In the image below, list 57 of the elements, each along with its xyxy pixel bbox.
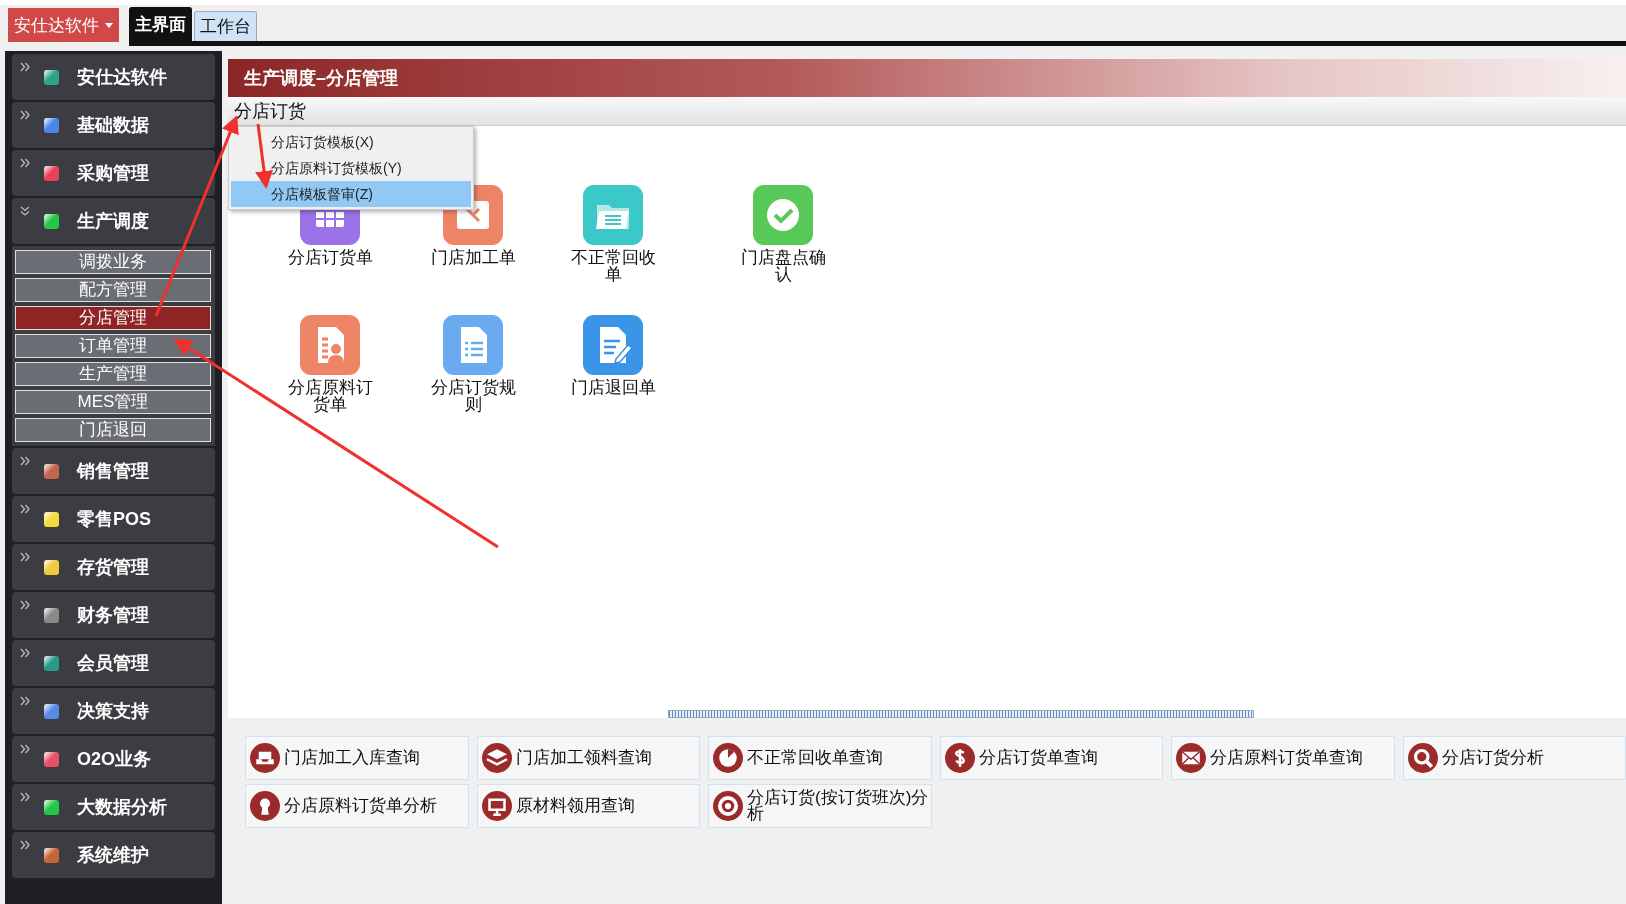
sidebar-label: 系统维护 (77, 844, 149, 867)
quick-link[interactable]: 分店原料订货单分析 (245, 784, 469, 828)
brand-menu-button[interactable]: 安仕达软件 (8, 8, 119, 42)
submenu-item[interactable]: 门店退回 (15, 418, 211, 442)
function-label[interactable]: 门店退回单 (567, 379, 659, 396)
function-label[interactable]: 分店订货规则 (427, 379, 519, 413)
sidebar-label: 基础数据 (77, 114, 149, 137)
sidebar-item[interactable]: O2O业务 (12, 736, 215, 782)
menu-item[interactable]: 分店模板督审(Z) (231, 181, 471, 207)
sidebar-item[interactable]: 会员管理 (12, 640, 215, 686)
sidebar-item[interactable]: 财务管理 (12, 592, 215, 638)
sidebar-item[interactable]: 大数据分析 (12, 784, 215, 830)
submenu-item[interactable]: 调拨业务 (15, 250, 211, 274)
sidebar-item[interactable]: 销售管理 (12, 448, 215, 494)
function-label[interactable]: 门店加工单 (427, 249, 519, 266)
toolbar-menu[interactable]: 分店订货 (228, 99, 306, 123)
function-label[interactable]: 门店盘点确认 (737, 249, 829, 283)
sidebar-label: 财务管理 (77, 604, 149, 627)
quick-link[interactable]: 原材料领用查询 (476, 784, 700, 828)
menu-item[interactable]: 分店订货模板(X) (231, 129, 471, 155)
sidebar-item[interactable]: 生产调度 (12, 198, 215, 244)
function-label[interactable]: 分店订货单 (284, 249, 376, 266)
submenu-item[interactable]: 分店管理 (15, 306, 211, 330)
sidebar-label: 大数据分析 (77, 796, 167, 819)
quick-link[interactable]: 门店加工领料查询 (476, 736, 700, 780)
function-label[interactable]: 不正常回收单 (567, 249, 659, 283)
sidebar-item[interactable]: 系统维护 (12, 832, 215, 878)
sidebar-item[interactable]: 采购管理 (12, 150, 215, 196)
submenu-item[interactable]: 生产管理 (15, 362, 211, 386)
quick-link[interactable]: 分店订货单查询 (939, 736, 1163, 780)
function-label[interactable]: 分店原料订货单 (284, 379, 376, 413)
page-title: 生产调度–分店管理 (228, 59, 1626, 97)
sidebar-item[interactable]: 安仕达软件 (12, 54, 215, 100)
sidebar-label: O2O业务 (77, 748, 151, 771)
sidebar-item[interactable]: 基础数据 (12, 102, 215, 148)
sidebar-label: 销售管理 (77, 460, 149, 483)
sidebar-item[interactable]: 决策支持 (12, 688, 215, 734)
sidebar-label: 采购管理 (77, 162, 149, 185)
menu-item[interactable]: 分店原料订货模板(Y) (231, 155, 471, 181)
quick-link[interactable]: 分店订货分析 (1402, 736, 1626, 780)
sidebar-item[interactable]: 零售POS (12, 496, 215, 542)
quick-link[interactable]: 分店订货(按订货班次)分析 (708, 784, 932, 828)
submenu-item[interactable]: 配方管理 (15, 278, 211, 302)
submenu-item[interactable]: 订单管理 (15, 334, 211, 358)
quick-link[interactable]: 不正常回收单查询 (708, 736, 932, 780)
tab[interactable]: 主界面 (129, 7, 192, 41)
quick-link[interactable]: 门店加工入库查询 (245, 736, 469, 780)
sidebar-label: 决策支持 (77, 700, 149, 723)
tab[interactable]: 工作台 (194, 11, 257, 41)
sidebar-label: 会员管理 (77, 652, 149, 675)
sidebar-label: 零售POS (77, 508, 151, 531)
submenu-item[interactable]: MES管理 (15, 390, 211, 414)
sidebar-label: 存货管理 (77, 556, 149, 579)
sidebar-label: 安仕达软件 (77, 66, 167, 89)
quick-link[interactable]: 分店原料订货单查询 (1171, 736, 1395, 780)
sidebar-item[interactable]: 存货管理 (12, 544, 215, 590)
sidebar-label: 生产调度 (77, 210, 149, 233)
